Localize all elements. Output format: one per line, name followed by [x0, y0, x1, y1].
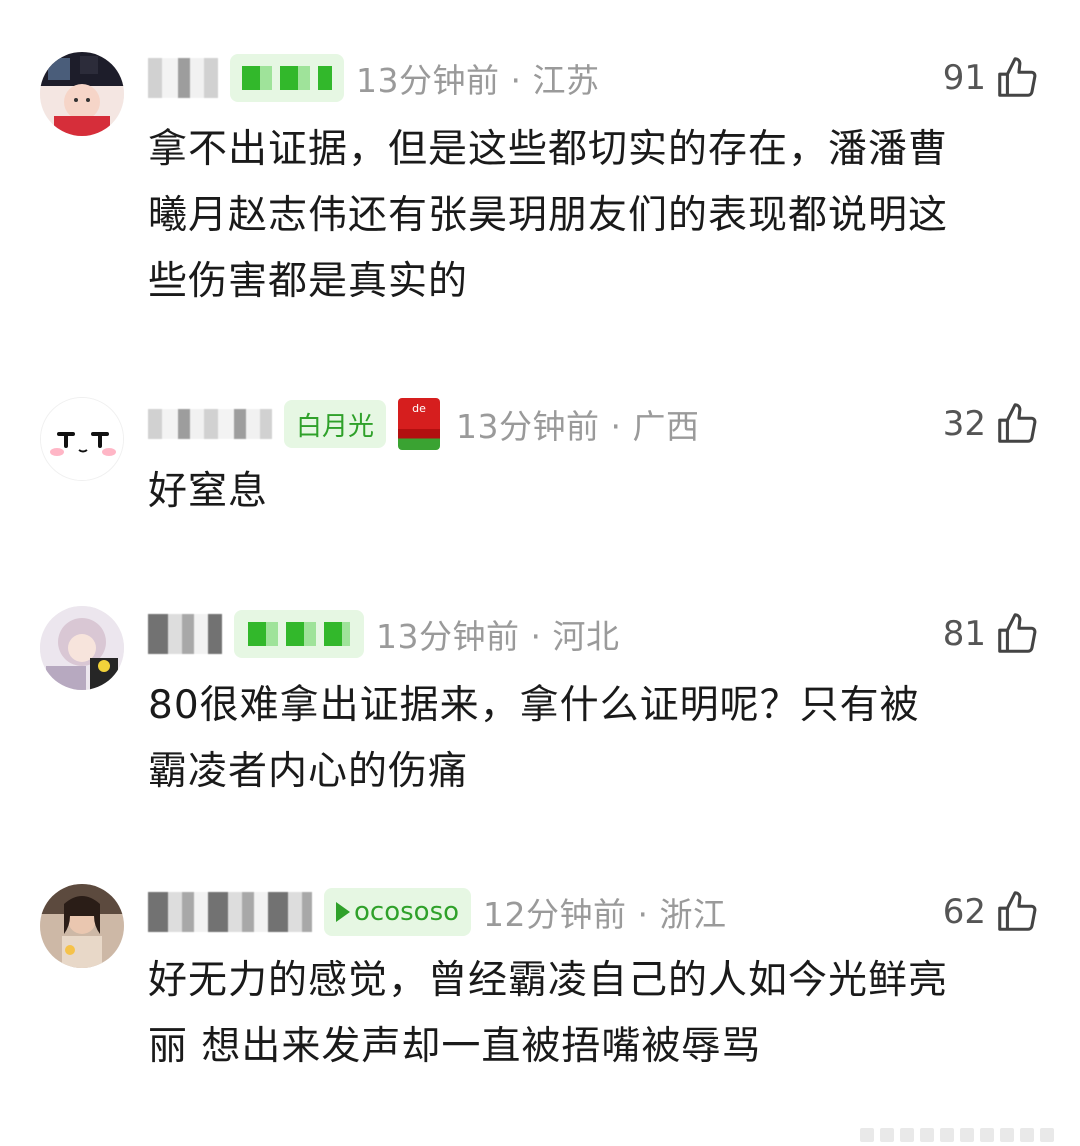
- fan-badge[interactable]: [230, 54, 344, 102]
- thumbs-up-icon: [998, 613, 1037, 653]
- avatar[interactable]: [40, 397, 124, 481]
- comment-meta: 13分钟前 · 江苏: [148, 50, 599, 106]
- thumbs-up-icon: [998, 57, 1037, 97]
- time-location: 13分钟前 · 广西: [456, 407, 700, 446]
- time-location: 13分钟前 · 河北: [376, 617, 620, 656]
- badge-text: 白月光: [296, 411, 375, 442]
- time-location: 12分钟前 · 浙江: [483, 895, 727, 934]
- avatar[interactable]: [40, 606, 124, 690]
- comment-line: 曦月赵志伟还有张昊玥朋友们的表现都说明这: [148, 193, 949, 238]
- comment-text: 拿不出证据，但是这些都切实的存在，潘潘曹 曦月赵志伟还有张昊玥朋友们的表现都说明…: [148, 117, 1038, 315]
- username-blurred[interactable]: [148, 409, 272, 439]
- comment-text: 80很难拿出证据来，拿什么证明呢？只有被 霸凌者内心的伤痛: [148, 673, 1038, 805]
- watermark-dots: [860, 1128, 1054, 1142]
- dict-icon-text: de: [412, 402, 426, 415]
- like-button[interactable]: 32: [943, 396, 1040, 452]
- avatar[interactable]: [40, 884, 124, 968]
- like-count: 91: [942, 58, 986, 98]
- like-button[interactable]: 91: [943, 50, 1040, 106]
- fan-badge[interactable]: ocososo: [324, 888, 472, 936]
- avatar[interactable]: [40, 52, 124, 136]
- username-blurred[interactable]: [148, 58, 218, 98]
- like-count: 62: [942, 892, 986, 932]
- comment-line: 些伤害都是真实的: [148, 259, 469, 304]
- comment-meta: ocososo 12分钟前 · 浙江: [148, 884, 726, 940]
- comment-meta: 13分钟前 · 河北: [148, 606, 619, 662]
- comment-line: 好无力的感觉，曾经霸凌自己的人如今光鲜亮: [148, 958, 949, 1003]
- fan-badge[interactable]: [234, 610, 364, 658]
- like-count: 81: [942, 614, 986, 654]
- comment-line: 丽 想出来发声却一直被捂嘴被辱骂: [148, 1024, 762, 1069]
- comment-text: 好无力的感觉，曾经霸凌自己的人如今光鲜亮 丽 想出来发声却一直被捂嘴被辱骂: [148, 948, 1038, 1080]
- thumbs-up-icon: [998, 403, 1037, 443]
- flag-icon: [336, 902, 350, 922]
- like-button[interactable]: 81: [943, 606, 1040, 662]
- like-count: 32: [942, 404, 986, 444]
- comment-line: 霸凌者内心的伤痛: [148, 749, 469, 794]
- time-location: 13分钟前 · 江苏: [356, 61, 600, 100]
- username-blurred[interactable]: [148, 892, 312, 932]
- thumbs-up-icon: [998, 891, 1037, 931]
- comment-text: 好窒息: [148, 459, 1038, 525]
- username-blurred[interactable]: [148, 614, 222, 654]
- badge-mosaic: [242, 66, 332, 90]
- badge-text: ocososo: [354, 897, 460, 927]
- comment-line: 拿不出证据，但是这些都切实的存在，潘潘曹: [148, 127, 949, 172]
- dictionary-icon: de: [398, 398, 441, 450]
- like-button[interactable]: 62: [943, 884, 1040, 940]
- fan-badge[interactable]: 白月光: [284, 400, 387, 448]
- badge-mosaic: [248, 622, 350, 646]
- comment-line: 80很难拿出证据来，拿什么证明呢？只有被: [148, 683, 920, 728]
- comment-line: 好窒息: [148, 469, 269, 514]
- comment-meta: 白月光 de 13分钟前 · 广西: [148, 396, 699, 452]
